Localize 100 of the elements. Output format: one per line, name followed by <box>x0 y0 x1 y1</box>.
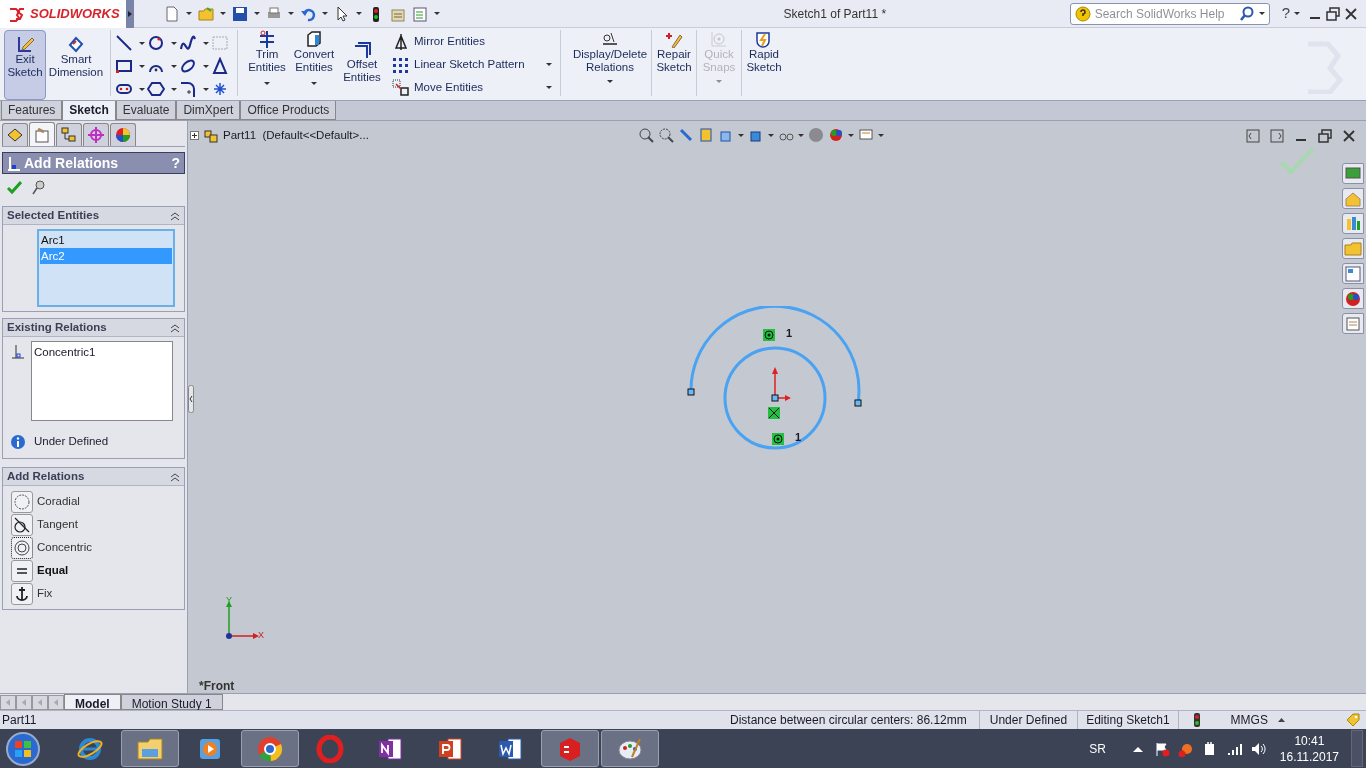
caret-icon[interactable] <box>356 12 362 15</box>
list-tool-button[interactable]: Linear Sketch Pattern <box>392 55 525 74</box>
collapse-icon[interactable] <box>170 210 180 221</box>
flag-icon[interactable] <box>1153 740 1170 757</box>
endpoint-icon[interactable] <box>687 388 695 396</box>
caret-icon[interactable] <box>311 82 317 85</box>
entities-button[interactable]: Offset Entities <box>342 30 382 84</box>
caret-icon[interactable] <box>607 80 613 83</box>
endpoint-icon[interactable] <box>854 399 862 407</box>
panel-tab[interactable] <box>29 122 55 146</box>
smart-dimension-button[interactable]: Smart Dimension <box>46 30 106 100</box>
checkmark-icon[interactable] <box>6 179 22 195</box>
help-button[interactable]: ? <box>1277 2 1294 25</box>
caret-icon[interactable] <box>171 64 177 68</box>
new-document-icon[interactable] <box>164 5 180 22</box>
feature-tree-item[interactable]: Part11 (Default<<Default>... <box>223 127 369 145</box>
panel-tab[interactable] <box>110 123 136 146</box>
caret-icon[interactable] <box>768 133 774 137</box>
text-icon[interactable] <box>211 57 229 75</box>
caret-icon[interactable] <box>434 12 440 15</box>
ribbon-tab[interactable]: DimXpert <box>176 100 241 120</box>
tile-left-icon[interactable] <box>1246 129 1260 143</box>
language-indicator[interactable]: SR <box>1089 739 1106 758</box>
task-pane-tab[interactable] <box>1342 238 1364 259</box>
clock-date[interactable]: 16.11.2017 <box>1279 748 1339 765</box>
caret-icon[interactable] <box>546 63 552 66</box>
caret-icon[interactable] <box>738 133 744 137</box>
ribbon-tab[interactable]: Sketch <box>62 99 116 120</box>
task-pane-tab[interactable] <box>1342 163 1364 184</box>
previous-view-icon[interactable] <box>678 127 694 143</box>
point-icon[interactable] <box>211 80 229 98</box>
caret-icon[interactable] <box>139 64 145 68</box>
caret-icon[interactable] <box>264 82 270 85</box>
pushpin-icon[interactable] <box>32 179 46 195</box>
tag-icon[interactable] <box>1345 712 1361 728</box>
caret-icon[interactable] <box>546 86 552 89</box>
appearance-icon[interactable] <box>828 127 844 143</box>
restore-icon[interactable] <box>1326 6 1340 21</box>
close-icon[interactable] <box>1342 129 1356 143</box>
center-point-icon[interactable] <box>771 394 779 402</box>
ellipse-icon[interactable] <box>179 57 197 75</box>
start-button-icon[interactable] <box>3 729 43 768</box>
zoom-fit-icon[interactable] <box>638 127 654 143</box>
entities-button[interactable]: Convert Entities <box>290 30 338 85</box>
rectangle-icon[interactable] <box>115 57 133 75</box>
tool-button[interactable]: Repair Sketch <box>655 30 693 74</box>
caret-icon[interactable] <box>139 41 145 45</box>
caret-icon[interactable] <box>288 12 294 15</box>
line-icon[interactable] <box>115 34 133 52</box>
spline-icon[interactable] <box>179 34 197 52</box>
save-icon[interactable] <box>232 5 248 22</box>
task-pane-tab[interactable] <box>1342 313 1364 334</box>
relations-list[interactable]: Concentric1 <box>31 341 173 421</box>
list-tool-button[interactable]: Mirror Entities <box>392 32 485 51</box>
collapse-icon[interactable] <box>170 322 180 333</box>
list-tool-button[interactable]: Move Entities <box>392 78 484 97</box>
caret-icon[interactable] <box>203 41 209 45</box>
fillet-icon[interactable] <box>179 80 197 98</box>
tile-right-icon[interactable] <box>1270 129 1284 143</box>
zoom-area-icon[interactable] <box>658 127 674 143</box>
selection-list[interactable]: Arc1 Arc2 <box>37 229 175 307</box>
caret-icon[interactable] <box>203 64 209 68</box>
pointer-icon[interactable] <box>334 5 350 22</box>
task-pane-tab[interactable] <box>1342 288 1364 309</box>
caret-icon[interactable] <box>171 87 177 91</box>
entities-button[interactable]: Trim Entities <box>248 30 286 85</box>
checklist-icon[interactable] <box>412 5 428 22</box>
panel-tab[interactable] <box>83 123 109 146</box>
circle-icon[interactable] <box>147 34 165 52</box>
search-icon[interactable] <box>1238 5 1255 22</box>
ribbon-tab[interactable]: Features <box>1 100 63 120</box>
caret-icon[interactable] <box>798 133 804 137</box>
tool-button[interactable]: Rapid Sketch <box>745 30 783 74</box>
caret-icon[interactable] <box>848 133 854 137</box>
expand-icon[interactable] <box>190 131 199 141</box>
list-item[interactable]: Concentric1 <box>34 344 170 362</box>
caret-icon[interactable] <box>203 87 209 91</box>
relation-button[interactable] <box>11 513 33 536</box>
relation-button[interactable] <box>11 582 33 605</box>
task-pane-tab[interactable] <box>1342 263 1364 284</box>
dotted-grid-icon[interactable] <box>211 34 229 52</box>
confirm-checkmark-icon[interactable] <box>1278 145 1316 175</box>
collapse-icon[interactable] <box>170 471 180 482</box>
tool-button[interactable]: Display/Delete Relations <box>572 30 648 83</box>
restore-icon[interactable] <box>1318 129 1332 143</box>
caret-icon[interactable] <box>878 133 884 137</box>
caret-icon[interactable] <box>1258 12 1265 15</box>
taskbar-app[interactable] <box>601 730 659 767</box>
units-button[interactable]: MMGS <box>1230 711 1285 729</box>
model-tab[interactable]: Motion Study 1 <box>120 694 223 710</box>
task-pane-tab[interactable] <box>1342 213 1364 234</box>
relation-button[interactable] <box>11 559 33 582</box>
list-item[interactable]: Arc1 <box>40 232 172 248</box>
relation-button[interactable] <box>11 536 33 559</box>
caret-icon[interactable] <box>139 87 145 91</box>
ribbon-tab[interactable]: Office Products <box>240 100 337 120</box>
panel-tab[interactable] <box>2 123 28 146</box>
caret-icon[interactable] <box>171 41 177 45</box>
collapse-handle-icon[interactable] <box>188 385 194 413</box>
caret-icon[interactable] <box>322 12 328 15</box>
